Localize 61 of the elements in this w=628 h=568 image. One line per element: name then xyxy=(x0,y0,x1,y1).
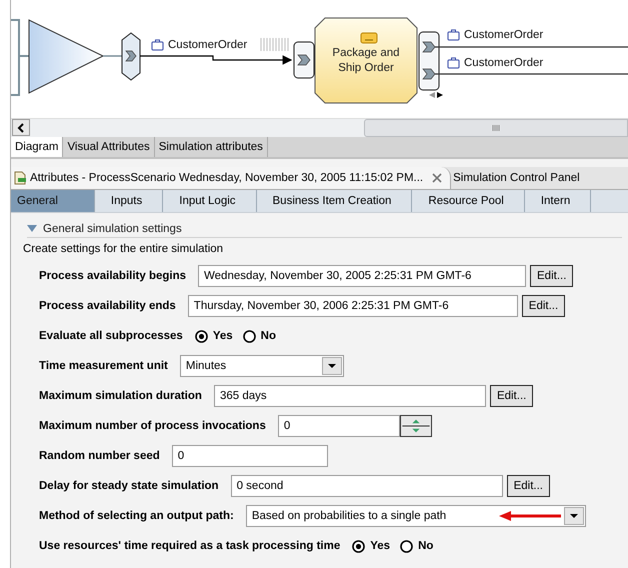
decision-triangle[interactable] xyxy=(28,19,104,94)
task-shape[interactable] xyxy=(314,18,418,104)
edit-button[interactable]: Edit... xyxy=(490,385,534,407)
view-tab[interactable]: Attributes - ProcessScenario Wednesday, November 30, 2005 11:15:02 PM... xyxy=(11,167,452,189)
expand-arrow-icon[interactable] xyxy=(27,225,37,233)
spinner-buttons[interactable] xyxy=(400,415,432,437)
text-field[interactable]: Thursday, November 30, 2006 2:25:31 PM GMT-6 xyxy=(188,295,518,317)
field-label: Method of selecting an output path: xyxy=(39,510,234,522)
view-tab-label: Simulation Control Panel xyxy=(453,172,580,184)
caret-left-icon xyxy=(17,122,25,132)
dropdown-field[interactable]: Based on probabilities to a single path xyxy=(246,505,586,527)
field-label: Evaluate all subprocesses xyxy=(39,330,183,342)
properties-icon xyxy=(13,171,27,185)
field-label: Process availability ends xyxy=(39,300,176,312)
text-field[interactable]: 0 second xyxy=(230,475,503,497)
radio-button[interactable] xyxy=(242,330,256,342)
field-label: Use resources' time required as a task processing time xyxy=(39,540,340,552)
field-label: Time measurement unit xyxy=(39,360,168,372)
input-port[interactable] xyxy=(294,42,314,78)
business-item-label: CustomerOrder xyxy=(168,39,248,51)
business-item-label: CustomerOrder xyxy=(464,57,544,69)
editor-tab[interactable]: Diagram xyxy=(11,137,64,157)
field-label: Process availability begins xyxy=(39,270,186,282)
radio-label[interactable]: Yes xyxy=(370,540,390,552)
task-label: Package and Ship Order xyxy=(331,46,401,76)
edit-button[interactable]: Edit... xyxy=(506,475,550,497)
output-ports[interactable] xyxy=(418,32,440,90)
hatch-marks xyxy=(260,37,289,52)
connector-line xyxy=(103,55,123,57)
close-icon[interactable] xyxy=(432,173,442,183)
field-label: Random number seed xyxy=(39,450,160,462)
scrollbar-thumb[interactable] xyxy=(364,119,628,137)
section-tab[interactable]: General xyxy=(11,190,95,212)
text-field[interactable]: 0 xyxy=(278,415,400,437)
radio-button[interactable] xyxy=(194,330,208,342)
edit-button[interactable]: Edit... xyxy=(530,265,574,287)
briefcase-icon xyxy=(151,39,164,51)
task-icon xyxy=(360,32,378,44)
edit-button[interactable]: Edit... xyxy=(522,295,566,317)
business-item-label: CustomerOrder xyxy=(464,29,544,41)
flow-arrow[interactable] xyxy=(140,55,292,65)
section-title[interactable]: General simulation settings xyxy=(43,223,182,235)
dropdown-field[interactable]: Minutes xyxy=(180,355,344,377)
nudge-arrows-icon[interactable] xyxy=(429,92,443,98)
section-description: Create settings for the entire simulation xyxy=(23,243,224,255)
text-field[interactable]: 365 days xyxy=(214,385,486,407)
briefcase-icon xyxy=(447,57,460,69)
radio-label[interactable]: No xyxy=(418,540,434,552)
radio-label[interactable]: No xyxy=(260,330,276,342)
radio-button[interactable] xyxy=(352,540,366,552)
output-port[interactable] xyxy=(122,32,140,81)
radio-button[interactable] xyxy=(400,540,414,552)
text-field[interactable]: 0 xyxy=(172,445,328,467)
radio-label[interactable]: Yes xyxy=(212,330,233,342)
view-tab-label: Attributes - ProcessScenario Wednesday, November 30, 2005 11:15:02 PM... xyxy=(30,172,424,184)
text-field[interactable]: Wednesday, November 30, 2005 2:25:31 PM GMT-6 xyxy=(198,265,526,287)
field-label: Maximum simulation duration xyxy=(39,390,202,402)
field-label: Delay for steady state simulation xyxy=(39,480,219,492)
scroll-left-button[interactable] xyxy=(12,119,30,136)
briefcase-icon xyxy=(447,29,460,41)
field-label: Maximum number of process invocations xyxy=(39,420,266,432)
